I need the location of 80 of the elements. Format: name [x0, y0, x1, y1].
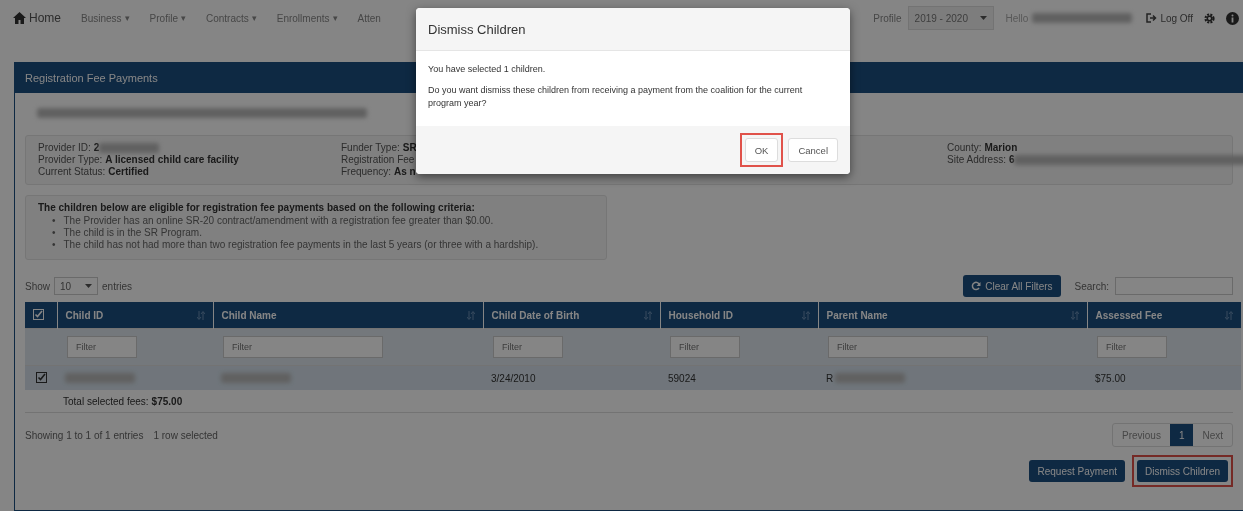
search-label: Search:: [1074, 280, 1109, 292]
field-label: County:: [947, 142, 982, 153]
bullet: •: [52, 227, 56, 238]
field-value: 2: [93, 142, 100, 153]
table-cell: $75.00: [1095, 372, 1126, 384]
filter-field[interactable]: Filter: [1097, 336, 1167, 358]
sort-icon[interactable]: [196, 310, 205, 320]
total-label: Total selected fees:: [63, 395, 149, 407]
total-value: $75.00: [151, 395, 183, 407]
table-cell: R: [826, 372, 834, 384]
field-label: Current Status:: [38, 166, 106, 177]
entries-label: entries: [102, 280, 133, 292]
modal-message: You have selected 1 children.: [428, 63, 547, 76]
field-value: A licensed child care facility: [105, 154, 239, 165]
sort-icon[interactable]: [466, 310, 475, 320]
modal-title: Dismiss Children: [428, 21, 526, 37]
bullet: •: [52, 239, 56, 250]
sort-icon[interactable]: [643, 310, 652, 320]
search-field[interactable]: [1115, 277, 1233, 295]
filter-field[interactable]: Filter: [67, 336, 137, 358]
filter-field[interactable]: Filter: [670, 336, 740, 358]
column-header[interactable]: Child ID: [65, 309, 104, 321]
column-header[interactable]: Assessed Fee: [1095, 309, 1163, 321]
caret-icon: [979, 16, 987, 20]
action-button[interactable]: Dismiss Children: [1137, 460, 1228, 482]
criteria-item: The child is in the SR Program.: [63, 227, 202, 238]
table-cell: 59024: [668, 372, 696, 384]
filter-field[interactable]: Filter: [828, 336, 988, 358]
panel-title: Registration Fee Payments: [25, 72, 158, 84]
nav-menu[interactable]: Profile ▾: [149, 12, 186, 24]
settings-icon[interactable]: [1203, 11, 1216, 25]
nav-menu[interactable]: Business ▾: [81, 12, 130, 24]
filter-field[interactable]: Filter: [493, 336, 563, 358]
nav-menu[interactable]: Atten: [357, 12, 381, 24]
field-value: 6: [1008, 154, 1015, 165]
caret-icon: [85, 284, 92, 288]
modal-button[interactable]: Cancel: [788, 138, 838, 162]
criteria-heading: The children below are eligible for registration fee payments based on the following criteria:: [38, 202, 476, 213]
nav-menu[interactable]: Contracts ▾: [205, 12, 257, 24]
sort-icon[interactable]: [1225, 310, 1233, 320]
field-label: Provider ID:: [38, 142, 91, 153]
field-label: Registration Fee: [341, 154, 415, 165]
profile-label: Profile: [873, 12, 902, 24]
nav-menu[interactable]: Enrollments ▾: [276, 12, 338, 24]
criteria-item: The child has not had more than two registration fee payments in the last 5 years (or three with a hardship).: [63, 239, 539, 250]
entries-select[interactable]: 10: [54, 277, 98, 295]
clear-filters-button[interactable]: Clear All Filters: [963, 275, 1061, 297]
home-link[interactable]: Home: [13, 11, 61, 25]
modal-button[interactable]: OK: [744, 138, 779, 162]
field-value: SR: [402, 142, 417, 153]
criteria-item: The Provider has an online SR-20 contract/amendment with a registration fee greater than $0.00.: [63, 215, 494, 226]
page-button[interactable]: Next: [1193, 424, 1232, 446]
home-icon: [13, 12, 26, 24]
logoff-link[interactable]: Log Off: [1146, 12, 1193, 24]
field-value: Marion: [984, 142, 1018, 153]
page-button[interactable]: Previous: [1112, 424, 1170, 446]
table-cell: 3/24/2010: [491, 372, 536, 384]
action-button[interactable]: Request Payment: [1029, 460, 1125, 482]
column-header[interactable]: Child Name: [221, 309, 277, 321]
field-value: Certified: [108, 166, 149, 177]
table-info: Showing 1 to 1 of 1 entries: [25, 429, 144, 441]
bullet: •: [52, 215, 56, 226]
filter-field[interactable]: Filter: [223, 336, 383, 358]
sort-icon[interactable]: [801, 310, 810, 320]
page-button[interactable]: 1: [1169, 424, 1194, 446]
show-label: Show: [25, 280, 50, 292]
checkbox[interactable]: [35, 371, 47, 383]
sort-icon[interactable]: [1070, 310, 1079, 320]
info-icon[interactable]: [1226, 11, 1239, 25]
field-label: Site Address:: [947, 154, 1006, 165]
column-header[interactable]: Parent Name: [826, 309, 888, 321]
field-value: As n: [394, 166, 416, 177]
column-header[interactable]: Household ID: [668, 309, 733, 321]
refresh-icon: [971, 281, 982, 291]
logout-icon: [1146, 13, 1158, 23]
field-label: Provider Type:: [38, 154, 103, 165]
modal-message: Do you want dismiss these children from receiving a payment from the coalition for the current program year?: [428, 84, 804, 110]
field-label: Funder Type:: [341, 142, 400, 153]
field-label: Frequency:: [341, 166, 392, 177]
selection-info: 1 row selected: [153, 429, 218, 441]
